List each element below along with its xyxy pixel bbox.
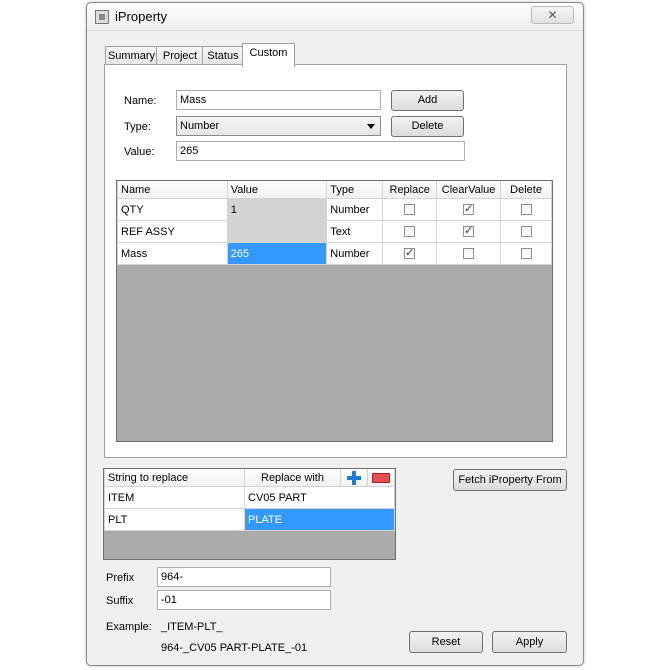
window-title: iProperty bbox=[115, 9, 168, 24]
replace-checkbox[interactable] bbox=[404, 246, 416, 260]
table-row[interactable]: REF ASSY Text bbox=[117, 220, 552, 243]
col-header-name[interactable]: Name bbox=[117, 181, 228, 199]
example-label: Example: bbox=[106, 621, 152, 633]
type-select-value: Number bbox=[180, 120, 220, 132]
plus-icon bbox=[347, 470, 361, 485]
cell-replace-with[interactable]: CV05 PART bbox=[244, 486, 395, 509]
col-header-value[interactable]: Value bbox=[226, 181, 328, 199]
apply-button[interactable]: Apply bbox=[492, 631, 567, 653]
prefix-input[interactable]: 964- bbox=[157, 567, 331, 587]
custom-tab-panel: Name: Mass Add Type: Number Delete Value… bbox=[104, 64, 567, 458]
replace-header-row: String to replace Replace with bbox=[104, 469, 395, 487]
col-header-clearvalue[interactable]: ClearValue bbox=[436, 181, 502, 199]
delete-button[interactable]: Delete bbox=[391, 116, 464, 137]
tab-status[interactable]: Status bbox=[202, 46, 244, 66]
properties-header-row: Name Value Type Replace ClearValue Delet… bbox=[117, 181, 552, 199]
table-row[interactable]: Mass 265 Number bbox=[117, 242, 552, 265]
cell-type[interactable]: Number bbox=[326, 242, 384, 265]
example-template: _ITEM-PLT_ bbox=[161, 621, 223, 633]
table-row[interactable]: PLT PLATE bbox=[104, 508, 395, 531]
value-input[interactable]: 265 bbox=[176, 141, 465, 161]
col-header-replace[interactable]: Replace bbox=[382, 181, 438, 199]
cell-type[interactable]: Number bbox=[326, 198, 384, 221]
fetch-iproperty-button[interactable]: Fetch iProperty From bbox=[453, 469, 567, 491]
col-header-replace-with[interactable]: Replace with bbox=[244, 469, 341, 487]
replace-checkbox[interactable] bbox=[404, 226, 416, 238]
properties-grid: Name Value Type Replace ClearValue Delet… bbox=[116, 180, 553, 442]
properties-table: Name Value Type Replace ClearValue Delet… bbox=[117, 181, 552, 265]
cell-replace-with-selected[interactable]: PLATE bbox=[244, 508, 395, 531]
type-label: Type: bbox=[124, 121, 151, 133]
suffix-label: Suffix bbox=[106, 595, 134, 607]
cell-name[interactable]: REF ASSY bbox=[117, 220, 228, 243]
type-select[interactable]: Number bbox=[176, 116, 381, 136]
tab-summary[interactable]: Summary bbox=[105, 46, 158, 66]
table-row[interactable]: QTY 1 Number bbox=[117, 198, 552, 221]
col-header-delete[interactable]: Delete bbox=[500, 181, 552, 199]
clearvalue-checkbox[interactable] bbox=[463, 248, 475, 260]
col-header-string-to-replace[interactable]: String to replace bbox=[104, 469, 245, 487]
app-icon bbox=[95, 10, 109, 24]
cell-value-selected[interactable]: 265 bbox=[226, 242, 328, 265]
chevron-down-icon bbox=[367, 124, 375, 129]
cell-type[interactable]: Text bbox=[326, 220, 384, 243]
title-bar[interactable]: iProperty ✕ bbox=[87, 3, 583, 31]
replace-checkbox[interactable] bbox=[404, 204, 416, 216]
cell-string-to-replace[interactable]: ITEM bbox=[104, 486, 245, 509]
cell-value[interactable] bbox=[226, 220, 328, 243]
delete-checkbox[interactable] bbox=[520, 226, 532, 238]
example-result: 964-_CV05 PART-PLATE_-01 bbox=[161, 642, 308, 654]
replace-strings-table: String to replace Replace with ITEM CV05… bbox=[104, 469, 395, 531]
clearvalue-checkbox[interactable] bbox=[463, 224, 475, 238]
col-header-type[interactable]: Type bbox=[326, 181, 384, 199]
name-input[interactable]: Mass bbox=[176, 90, 381, 110]
delete-checkbox[interactable] bbox=[520, 204, 532, 216]
add-button[interactable]: Add bbox=[391, 90, 464, 111]
add-replace-button[interactable] bbox=[340, 469, 368, 487]
table-row[interactable]: ITEM CV05 PART bbox=[104, 486, 395, 509]
tab-project[interactable]: Project bbox=[156, 46, 204, 66]
iproperty-dialog: iProperty ✕ Summary Project Status Custo… bbox=[86, 2, 584, 666]
cell-name[interactable]: QTY bbox=[117, 198, 228, 221]
minus-icon bbox=[372, 472, 390, 483]
replace-strings-grid: String to replace Replace with ITEM CV05… bbox=[103, 468, 396, 560]
suffix-input[interactable]: -01 bbox=[157, 590, 331, 610]
cell-string-to-replace[interactable]: PLT bbox=[104, 508, 245, 531]
reset-button[interactable]: Reset bbox=[409, 631, 483, 653]
clearvalue-checkbox[interactable] bbox=[463, 202, 475, 216]
cell-value[interactable]: 1 bbox=[226, 198, 328, 221]
remove-replace-button[interactable] bbox=[367, 469, 395, 487]
value-label: Value: bbox=[124, 146, 155, 158]
tab-custom[interactable]: Custom bbox=[242, 43, 295, 67]
name-label: Name: bbox=[124, 95, 157, 107]
close-button[interactable]: ✕ bbox=[531, 6, 574, 24]
cell-name[interactable]: Mass bbox=[117, 242, 228, 265]
prefix-label: Prefix bbox=[106, 572, 135, 584]
delete-checkbox[interactable] bbox=[520, 248, 532, 260]
